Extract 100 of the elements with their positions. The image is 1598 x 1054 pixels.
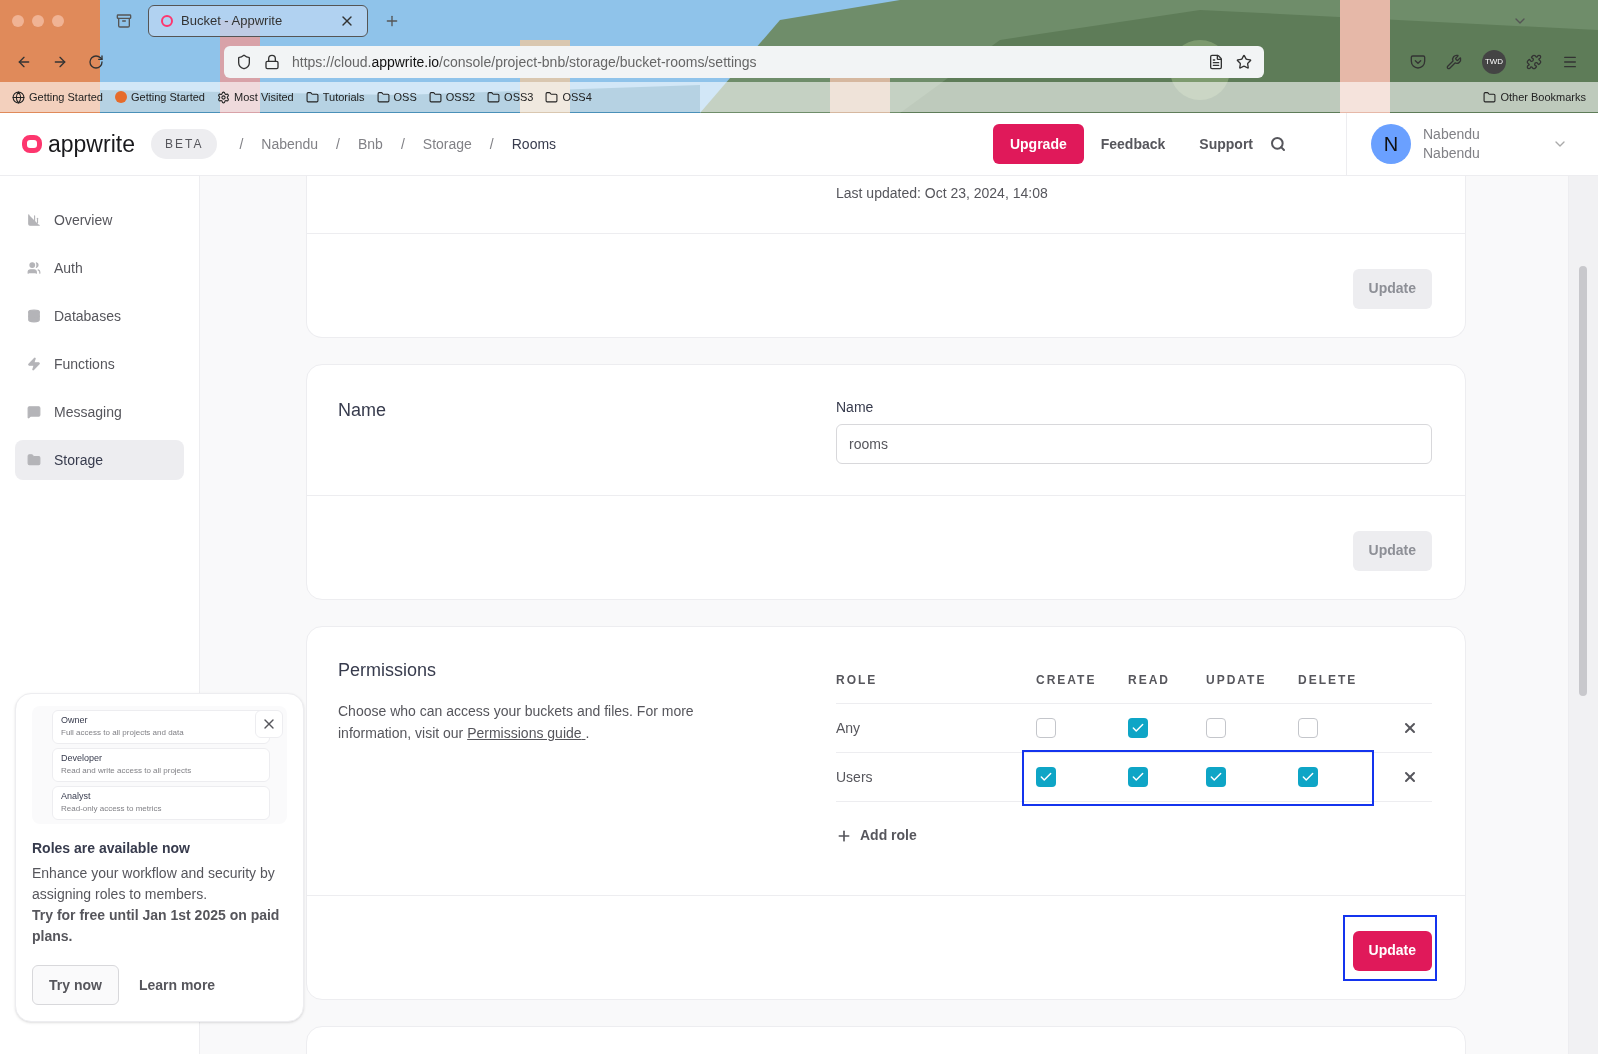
sidebar-item[interactable]: Storage	[15, 440, 184, 480]
last-updated-text: Last updated: Oct 23, 2024, 14:08	[836, 185, 1048, 201]
upgrade-button[interactable]: Upgrade	[992, 124, 1084, 164]
pocket-icon[interactable]	[1410, 54, 1426, 70]
tab-list-icon[interactable]	[116, 13, 132, 29]
field-label: Name	[836, 398, 875, 417]
extensions-icon[interactable]	[1526, 54, 1542, 70]
new-tab-icon[interactable]	[384, 13, 400, 29]
address-bar[interactable]: https://cloud.appwrite.io/console/project-bnb/storage/bucket-rooms/settings	[224, 46, 1264, 78]
folder-icon	[376, 90, 390, 104]
role-name: Any	[836, 718, 862, 738]
role-preview-description: Read-only access to metrics	[61, 803, 163, 815]
reader-view-icon[interactable]	[1208, 54, 1224, 70]
user-avatar[interactable]: N	[1371, 124, 1411, 164]
permissions-guide-link[interactable]: Permissions guide	[467, 725, 586, 741]
remove-role-icon[interactable]	[1402, 769, 1418, 785]
breadcrumb-link[interactable]: Rooms	[511, 133, 557, 155]
nav-icon	[27, 453, 41, 467]
folder-icon	[1483, 90, 1497, 104]
shield-icon	[236, 54, 252, 70]
sidebar-item[interactable]: Auth	[15, 248, 184, 288]
column-header: DELETE	[1298, 672, 1359, 689]
card-title: Name	[338, 400, 386, 420]
role-name: Users	[836, 767, 874, 787]
bookmark-item[interactable]: OSS2	[428, 88, 476, 106]
column-header: CREATE	[1036, 672, 1098, 689]
permissions-description: Choose who can access your buckets and files. For more information, visit our Permissions guide .	[338, 702, 695, 743]
permission-checkbox[interactable]	[1206, 767, 1226, 787]
bookmark-star-icon[interactable]	[1236, 54, 1252, 70]
header-link[interactable]: Support	[1199, 133, 1253, 155]
role-preview-name: Developer	[61, 752, 104, 765]
forward-icon[interactable]	[52, 54, 68, 70]
card-title: Permissions	[338, 659, 438, 682]
sidebar-item[interactable]: Databases	[15, 296, 184, 336]
check-icon	[1209, 770, 1223, 784]
menu-icon[interactable]	[1562, 54, 1578, 70]
column-header: UPDATE	[1206, 672, 1268, 689]
header-link[interactable]: Feedback	[1100, 133, 1166, 155]
organization-name: Nabendu	[1423, 144, 1480, 163]
folder-icon	[305, 90, 319, 104]
promo-body: Enhance your workflow and security by assigning roles to members.	[32, 864, 276, 904]
role-preview-name: Owner	[61, 714, 89, 727]
nav-icon	[27, 261, 41, 275]
check-icon	[1131, 721, 1145, 735]
bookmark-item[interactable]: Most Visited	[217, 88, 294, 106]
update-button[interactable]: Update	[1352, 930, 1432, 971]
folder-icon	[545, 90, 559, 104]
permission-checkbox[interactable]	[1298, 767, 1318, 787]
breadcrumb-link[interactable]: Storage	[422, 133, 472, 155]
bookmark-item[interactable]: OSS	[376, 88, 417, 106]
tab-title: Bucket - Appwrite	[181, 12, 284, 31]
name-field[interactable]: rooms	[836, 424, 1432, 464]
reload-icon[interactable]	[88, 54, 104, 70]
permission-checkbox[interactable]	[1128, 718, 1148, 738]
appwrite-logo[interactable]: appwrite	[22, 126, 135, 162]
breadcrumb-link[interactable]: Nabendu	[261, 133, 319, 155]
nav-icon	[27, 309, 41, 323]
role-preview-name: Analyst	[61, 790, 92, 803]
sidebar-item[interactable]: Overview	[15, 200, 184, 240]
close-button[interactable]	[255, 710, 283, 738]
search-icon[interactable]	[1270, 136, 1286, 152]
gear-icon	[217, 90, 230, 104]
try-now-button[interactable]: Try now	[32, 965, 119, 1005]
nav-icon	[27, 405, 41, 419]
folder-icon	[428, 90, 442, 104]
bookmark-item[interactable]: Getting Started	[115, 88, 205, 106]
logo-icon	[22, 135, 42, 153]
permission-checkbox[interactable]	[1298, 718, 1318, 738]
add-role-button[interactable]: Add role	[836, 825, 917, 846]
permission-checkbox[interactable]	[1036, 767, 1056, 787]
bookmark-item[interactable]: Tutorials	[305, 88, 365, 106]
beta-badge: BETA	[150, 129, 218, 159]
scrollbar-thumb[interactable]	[1579, 266, 1587, 696]
promo-offer: Try for free until Jan 1st 2025 on paid plans.	[32, 906, 281, 946]
url-text: https://cloud.appwrite.io/console/project-bnb/storage/bucket-rooms/settings	[292, 52, 758, 72]
remove-role-icon[interactable]	[1402, 720, 1418, 736]
bookmark-item[interactable]: Getting Started	[12, 88, 103, 106]
bookmark-item[interactable]: Other Bookmarks	[1483, 88, 1586, 106]
tab-favicon-icon	[161, 15, 173, 27]
bookmark-item[interactable]: OSS4	[545, 88, 592, 106]
breadcrumb-link[interactable]: Bnb	[358, 133, 383, 155]
permission-checkbox[interactable]	[1206, 718, 1226, 738]
back-icon[interactable]	[16, 54, 32, 70]
role-preview-description: Full access to all projects and data	[61, 727, 185, 739]
lock-icon	[264, 54, 280, 70]
permission-checkbox[interactable]	[1128, 767, 1148, 787]
column-header: ROLE	[836, 672, 879, 689]
bookmark-item[interactable]: OSS3	[487, 88, 534, 106]
user-name: Nabendu	[1423, 125, 1480, 144]
breadcrumb-separator: /	[336, 134, 340, 154]
breadcrumb-separator: /	[489, 134, 494, 154]
nav-icon	[27, 357, 41, 371]
breadcrumb-separator: /	[400, 134, 405, 154]
promo-title: Roles are available now	[32, 839, 191, 858]
permission-checkbox[interactable]	[1036, 718, 1056, 738]
learn-more-button[interactable]: Learn more	[138, 974, 216, 996]
sidebar-item[interactable]: Messaging	[15, 392, 184, 432]
sidebar-item[interactable]: Functions	[15, 344, 184, 384]
browser-tab[interactable]: Bucket - Appwrite	[148, 5, 368, 37]
wrench-icon[interactable]	[1446, 54, 1462, 70]
